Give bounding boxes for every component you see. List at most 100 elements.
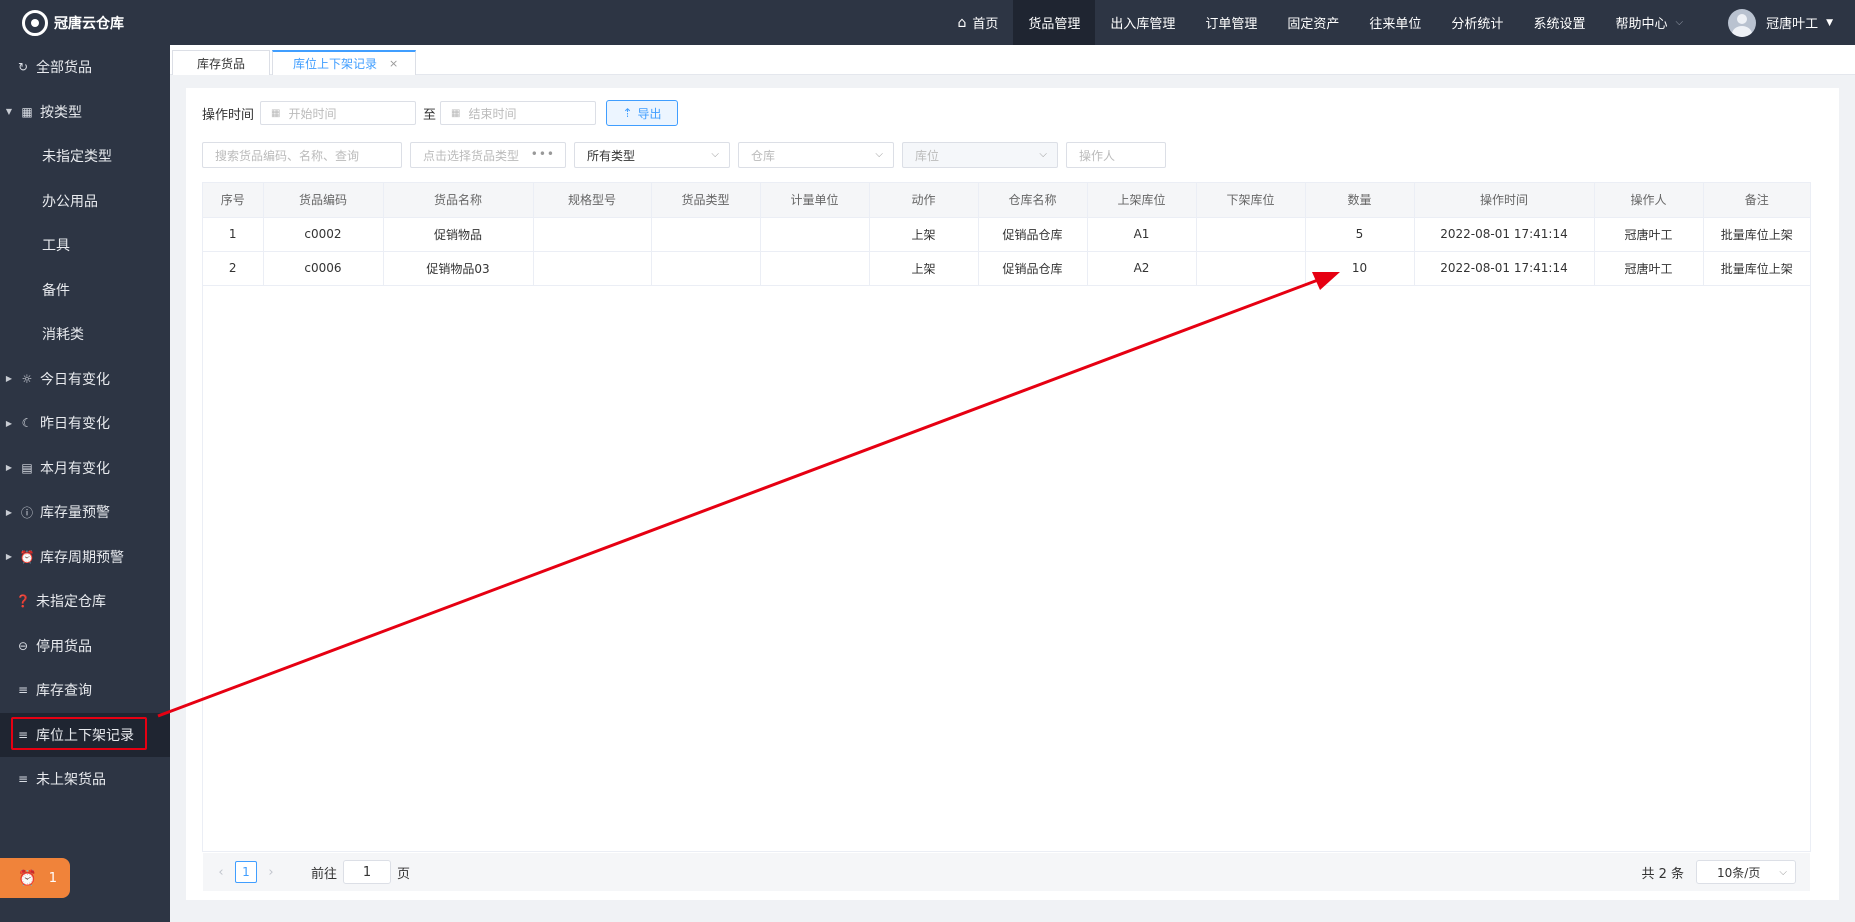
column-header[interactable]: 数量	[1305, 183, 1415, 218]
app-logo[interactable]: 冠唐云仓库	[0, 0, 170, 45]
table-cell	[651, 217, 761, 252]
column-header[interactable]: 操作人	[1594, 183, 1704, 218]
table-row[interactable]: 2 c0006 促销物品03 上架 促销品仓库 A2 10 2022-08-01 17:41:…	[203, 251, 1810, 286]
start-time-input[interactable]: ▦ 开始时间	[260, 101, 417, 125]
top-menu-item[interactable]: 固定资产	[1272, 0, 1354, 45]
top-menu-label: 帮助中心	[1615, 17, 1668, 32]
sidebar-item-label: 未指定仓库	[36, 594, 106, 611]
chevron-left-icon[interactable]: ‹	[211, 865, 231, 880]
sun-icon: ☼	[21, 371, 33, 386]
more-icon: •••	[530, 147, 555, 161]
column-header[interactable]: 货品编码	[263, 183, 384, 218]
sidebar-item[interactable]: ▶ ☾ 昨日有变化	[0, 401, 170, 446]
alarm-count: 1	[48, 870, 57, 886]
sidebar-item[interactable]: ▶ ▤ 本月有变化	[0, 446, 170, 491]
page-number[interactable]: 1	[235, 861, 257, 883]
table-cell: 促销物品03	[383, 251, 534, 286]
goto-page-input[interactable]: 1	[343, 860, 392, 884]
caret-right-icon[interactable]: ▶	[4, 552, 14, 561]
sidebar-item[interactable]: ❓ 未指定仓库	[0, 579, 170, 624]
page-tabs: 库存货品 库位上下架记录 ×	[170, 45, 1855, 75]
sidebar-item[interactable]: ▶ ⏰ 库存周期预警	[0, 535, 170, 580]
caret-down-icon[interactable]: ▼	[4, 107, 14, 116]
chevron-right-icon[interactable]: ›	[261, 865, 281, 880]
location-select[interactable]: 库位 ⌵	[902, 142, 1058, 168]
sidebar-item[interactable]: ⊖ 停用货品	[0, 624, 170, 669]
location-placeholder: 库位	[915, 148, 940, 163]
sidebar-item[interactable]: ▶ ⓘ 库存量预警	[0, 490, 170, 535]
type-select[interactable]: 所有类型 ⌵	[574, 142, 730, 168]
sidebar-item[interactable]: ▼ ▦ 按类型	[0, 90, 170, 135]
top-menu-item[interactable]: 订单管理	[1190, 0, 1272, 45]
caret-right-icon[interactable]: ▶	[4, 508, 14, 517]
type-select-value: 所有类型	[587, 148, 636, 163]
type-picker[interactable]: 点击选择货品类型 •••	[410, 142, 566, 168]
column-header[interactable]: 下架库位	[1196, 183, 1306, 218]
column-header[interactable]: 序号	[203, 183, 264, 218]
tab-location-records[interactable]: 库位上下架记录 ×	[272, 50, 416, 75]
sidebar-item-label: 消耗类	[42, 327, 84, 344]
alarm-button[interactable]: ⏰ 1	[0, 858, 70, 898]
top-menu-item[interactable]: ⌂ 首页	[942, 0, 1013, 45]
column-header[interactable]: 动作	[869, 183, 979, 218]
operator-input[interactable]: 操作人	[1066, 142, 1166, 168]
top-menu-item[interactable]: 帮助中心 ⌵	[1600, 0, 1698, 45]
close-icon[interactable]: ×	[389, 57, 398, 70]
column-header[interactable]: 货品名称	[383, 183, 534, 218]
column-header[interactable]: 货品类型	[651, 183, 761, 218]
warehouse-select[interactable]: 仓库 ⌵	[738, 142, 894, 168]
sidebar-item-label: 工具	[42, 238, 70, 255]
column-header[interactable]: 规格型号	[533, 183, 652, 218]
top-menu-label: 固定资产	[1287, 17, 1340, 32]
app-title: 冠唐云仓库	[54, 15, 124, 32]
annotation-highlight-box	[11, 716, 147, 750]
table-row[interactable]: 1 c0002 促销物品 上架 促销品仓库 A1 5 2022-08-01 17:41:14 冠…	[203, 217, 1810, 252]
sidebar-item[interactable]: ≡ 库存查询	[0, 668, 170, 713]
tab-inventory-goods[interactable]: 库存货品	[172, 50, 270, 75]
table-cell: 5	[1305, 217, 1415, 252]
end-time-input[interactable]: ▦ 结束时间	[440, 101, 597, 125]
page-size-select[interactable]: 10条/页 ⌵	[1696, 860, 1796, 884]
top-navbar: ⌂ 首页 货品管理 出入库管理 订单管理 固定资产 往来单位 分析统计 系统设置 帮助中心 ⌵ 冠唐…	[170, 0, 1855, 45]
column-header[interactable]: 操作时间	[1414, 183, 1595, 218]
table-cell: 上架	[869, 217, 979, 252]
table-cell: 1	[203, 217, 264, 252]
sidebar-item-label: 停用货品	[36, 638, 92, 655]
table-cell	[533, 251, 652, 286]
column-header[interactable]: 上架库位	[1087, 183, 1197, 218]
sidebar-item[interactable]: ≡ 未上架货品	[0, 757, 170, 802]
export-button[interactable]: ⇡ 导出	[606, 100, 679, 126]
sidebar-item[interactable]: ▶ ☼ 今日有变化	[0, 357, 170, 402]
caret-right-icon[interactable]: ▶	[4, 419, 14, 428]
chevron-down-icon: ⌵	[1779, 866, 1787, 878]
sidebar-item[interactable]: 消耗类	[0, 312, 170, 357]
user-menu[interactable]: 冠唐叶工 ▼	[1698, 0, 1855, 45]
top-menu-item[interactable]: 货品管理	[1013, 0, 1096, 45]
sidebar-item[interactable]: 工具	[0, 223, 170, 268]
sidebar-item[interactable]: ≡ 库位上下架记录	[0, 712, 170, 757]
calendar-icon: ▤	[21, 460, 33, 475]
avatar	[1728, 8, 1757, 37]
refresh-icon: ↻	[17, 60, 29, 75]
sidebar-item[interactable]: 未指定类型	[0, 134, 170, 179]
tab-label: 库位上下架记录	[293, 57, 378, 71]
column-header[interactable]: 备注	[1703, 183, 1810, 218]
to-label: 至	[423, 107, 437, 123]
page-size-value: 10条/页	[1717, 865, 1761, 880]
top-menu-item[interactable]: 分析统计	[1436, 0, 1518, 45]
type-picker-placeholder: 点击选择货品类型	[423, 148, 520, 163]
column-header[interactable]: 计量单位	[760, 183, 870, 218]
sidebar-item[interactable]: ↻ 全部货品	[0, 45, 170, 90]
sidebar-item-label: 备件	[42, 282, 70, 299]
top-menu-item[interactable]: 往来单位	[1354, 0, 1436, 45]
sidebar-item-label: 库存周期预警	[40, 549, 124, 566]
caret-right-icon[interactable]: ▶	[4, 463, 14, 472]
warehouse-placeholder: 仓库	[751, 148, 776, 163]
search-input[interactable]: 搜索货品编码、名称、查询	[202, 142, 402, 168]
top-menu-item[interactable]: 出入库管理	[1095, 0, 1190, 45]
sidebar-item[interactable]: 办公用品	[0, 179, 170, 224]
sidebar-item[interactable]: 备件	[0, 268, 170, 313]
caret-right-icon[interactable]: ▶	[4, 374, 14, 383]
top-menu-item[interactable]: 系统设置	[1518, 0, 1600, 45]
column-header[interactable]: 仓库名称	[978, 183, 1088, 218]
